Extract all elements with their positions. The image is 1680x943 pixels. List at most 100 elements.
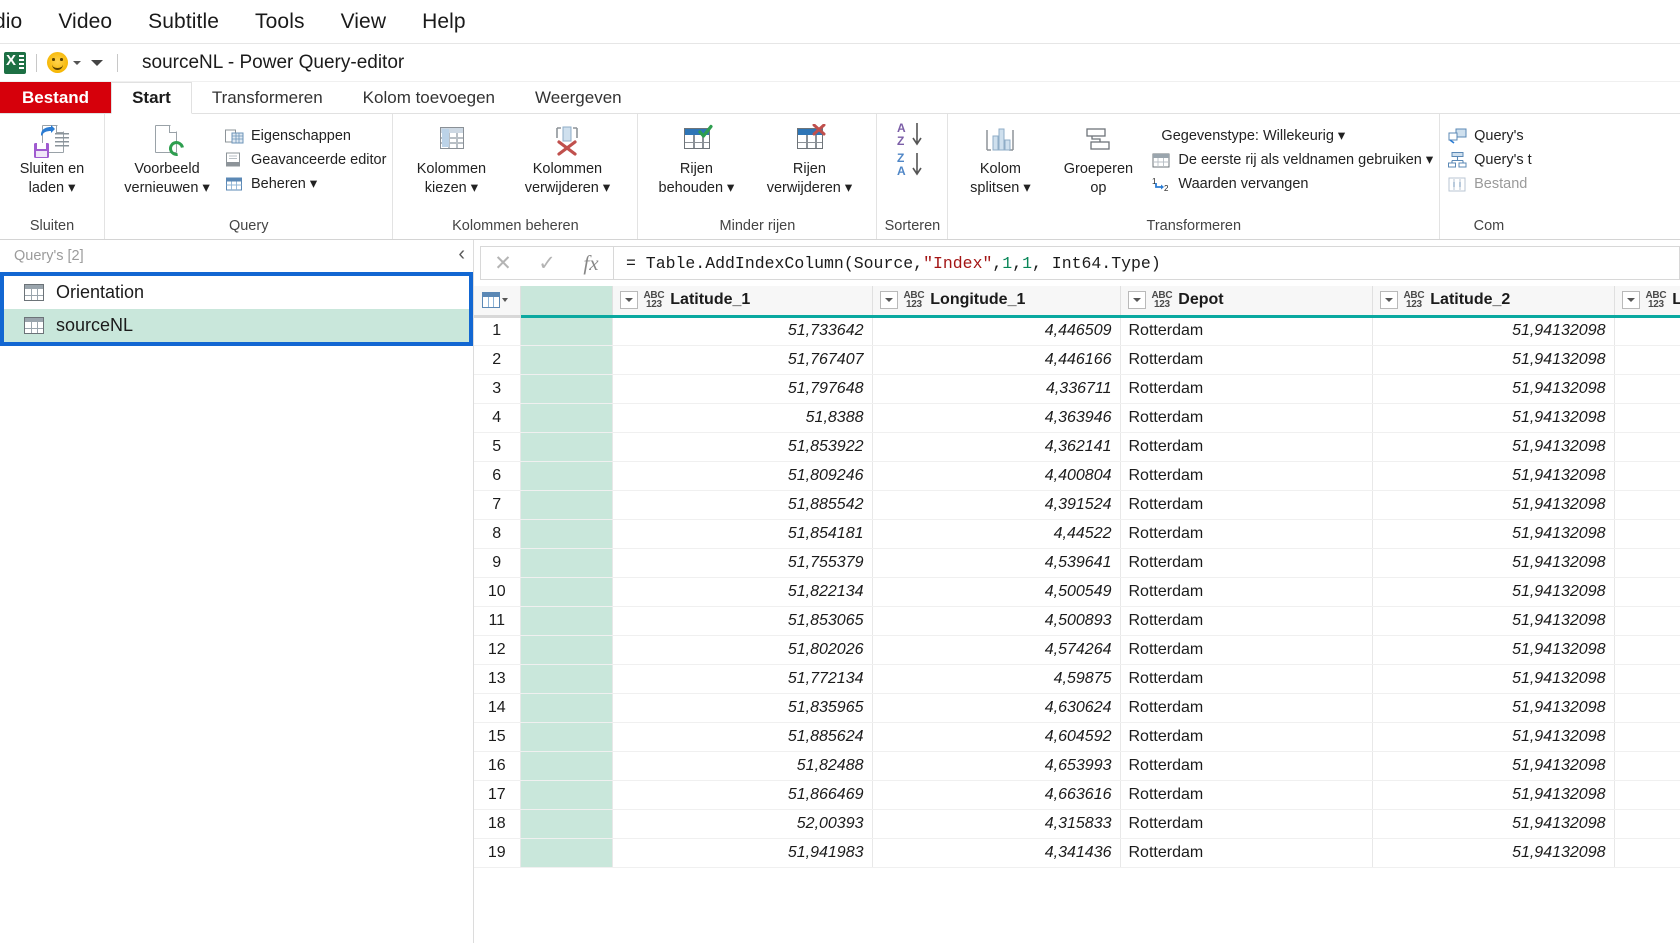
column-header-latitude-2[interactable]: ABC 123 Latitude_2	[1372, 286, 1615, 318]
index-column-cell[interactable]	[520, 490, 613, 520]
table-cell-longitude_1[interactable]: 4,391524	[872, 490, 1121, 520]
table-cell-latitude_1[interactable]: 51,941983	[612, 838, 873, 868]
table-cell-lo[interactable]	[1614, 577, 1680, 607]
table-cell-lo[interactable]	[1614, 751, 1680, 781]
table-cell-longitude_1[interactable]: 4,630624	[872, 693, 1121, 723]
formula-cancel-button[interactable]: ✕	[481, 247, 525, 279]
table-cell-depot[interactable]: Rotterdam	[1120, 751, 1373, 781]
table-cell-lo[interactable]	[1614, 345, 1680, 375]
row-number-cell[interactable]: 10	[474, 577, 521, 607]
table-cell-latitude_1[interactable]: 51,733642	[612, 316, 873, 346]
row-number-cell[interactable]: 3	[474, 374, 521, 404]
row-number-cell[interactable]: 19	[474, 838, 521, 868]
table-cell-depot[interactable]: Rotterdam	[1120, 548, 1373, 578]
sort-descending-button[interactable]: Z A	[895, 150, 929, 180]
index-column-cell[interactable]	[520, 548, 613, 578]
column-header-longitude-2[interactable]: ABC 123 Lo	[1614, 286, 1680, 318]
feedback-smiley-icon[interactable]	[47, 52, 68, 73]
row-number-cell[interactable]: 16	[474, 751, 521, 781]
table-row[interactable]: 6 51,809246 4,400804 Rotterdam 51,94132098	[474, 461, 1680, 491]
table-cell-longitude_1[interactable]: 4,663616	[872, 780, 1121, 810]
formula-confirm-button[interactable]: ✓	[525, 247, 569, 279]
table-cell-latitude_2[interactable]: 51,94132098	[1372, 461, 1615, 491]
column-header-latitude-1[interactable]: ABC 123 Latitude_1	[612, 286, 873, 318]
table-cell-longitude_1[interactable]: 4,341436	[872, 838, 1121, 868]
table-cell-depot[interactable]: Rotterdam	[1120, 606, 1373, 636]
row-number-cell[interactable]: 2	[474, 345, 521, 375]
menu-item-dio[interactable]: dio	[0, 10, 40, 34]
table-cell-latitude_2[interactable]: 51,94132098	[1372, 809, 1615, 839]
index-column-cell[interactable]	[520, 722, 613, 752]
quick-access-toolbar-more-icon[interactable]	[87, 59, 107, 66]
table-cell-depot[interactable]: Rotterdam	[1120, 432, 1373, 462]
index-column-cell[interactable]	[520, 345, 613, 375]
table-cell-latitude_2[interactable]: 51,94132098	[1372, 403, 1615, 433]
index-column-cell[interactable]	[520, 432, 613, 462]
table-cell-latitude_1[interactable]: 51,809246	[612, 461, 873, 491]
table-cell-latitude_2[interactable]: 51,94132098	[1372, 548, 1615, 578]
table-row[interactable]: 9 51,755379 4,539641 Rotterdam 51,94132098	[474, 548, 1680, 578]
table-cell-latitude_1[interactable]: 51,885542	[612, 490, 873, 520]
index-column-cell[interactable]	[520, 635, 613, 665]
row-number-cell[interactable]: 1	[474, 316, 521, 346]
table-cell-longitude_1[interactable]: 4,59875	[872, 664, 1121, 694]
query-item-sourcenl[interactable]: sourceNL	[4, 309, 469, 342]
table-row[interactable]: 2 51,767407 4,446166 Rotterdam 51,94132098	[474, 345, 1680, 375]
table-cell-latitude_2[interactable]: 51,94132098	[1372, 519, 1615, 549]
table-cell-lo[interactable]	[1614, 635, 1680, 665]
table-cell-latitude_2[interactable]: 51,94132098	[1372, 316, 1615, 346]
table-cell-depot[interactable]: Rotterdam	[1120, 461, 1373, 491]
table-cell-latitude_2[interactable]: 51,94132098	[1372, 490, 1615, 520]
table-cell-latitude_2[interactable]: 51,94132098	[1372, 664, 1615, 694]
table-cell-latitude_1[interactable]: 51,853922	[612, 432, 873, 462]
table-cell-depot[interactable]: Rotterdam	[1120, 722, 1373, 752]
table-cell-longitude_1[interactable]: 4,653993	[872, 751, 1121, 781]
select-all-corner-header[interactable]	[474, 286, 521, 318]
table-row[interactable]: 11 51,853065 4,500893 Rotterdam 51,94132098	[474, 606, 1680, 636]
row-number-cell[interactable]: 9	[474, 548, 521, 578]
table-cell-lo[interactable]	[1614, 316, 1680, 346]
table-cell-lo[interactable]	[1614, 403, 1680, 433]
table-row[interactable]: 16 51,82488 4,653993 Rotterdam 51,94132098	[474, 751, 1680, 781]
row-number-cell[interactable]: 11	[474, 606, 521, 636]
table-cell-depot[interactable]: Rotterdam	[1120, 635, 1373, 665]
table-row[interactable]: 3 51,797648 4,336711 Rotterdam 51,94132098	[474, 374, 1680, 404]
tab-transformeren[interactable]: Transformeren	[192, 82, 343, 114]
index-column-cell[interactable]	[520, 809, 613, 839]
table-cell-depot[interactable]: Rotterdam	[1120, 490, 1373, 520]
table-cell-longitude_1[interactable]: 4,400804	[872, 461, 1121, 491]
table-cell-latitude_1[interactable]: 52,00393	[612, 809, 873, 839]
table-cell-lo[interactable]	[1614, 461, 1680, 491]
table-cell-longitude_1[interactable]: 4,446166	[872, 345, 1121, 375]
filter-dropdown-icon[interactable]	[1621, 291, 1640, 310]
formula-input[interactable]: = Table.AddIndexColumn(Source, "Index" , …	[614, 246, 1680, 280]
row-number-cell[interactable]: 17	[474, 780, 521, 810]
table-cell-latitude_1[interactable]: 51,854181	[612, 519, 873, 549]
tab-bestand[interactable]: Bestand	[0, 82, 112, 114]
table-cell-longitude_1[interactable]: 4,574264	[872, 635, 1121, 665]
table-cell-longitude_1[interactable]: 4,336711	[872, 374, 1121, 404]
table-cell-depot[interactable]: Rotterdam	[1120, 403, 1373, 433]
index-column-cell[interactable]	[520, 664, 613, 694]
combine-files-button[interactable]: Bestand	[1446, 172, 1532, 196]
table-cell-latitude_1[interactable]: 51,772134	[612, 664, 873, 694]
column-type-icon[interactable]: ABC 123	[1404, 291, 1425, 310]
table-cell-depot[interactable]: Rotterdam	[1120, 664, 1373, 694]
tab-kolom-toevoegen[interactable]: Kolom toevoegen	[343, 82, 515, 114]
table-cell-latitude_2[interactable]: 51,94132098	[1372, 780, 1615, 810]
table-row[interactable]: 1 51,733642 4,446509 Rotterdam 51,94132098	[474, 316, 1680, 346]
column-header-longitude-1[interactable]: ABC 123 Longitude_1	[872, 286, 1121, 318]
table-row[interactable]: 5 51,853922 4,362141 Rotterdam 51,94132098	[474, 432, 1680, 462]
table-cell-lo[interactable]	[1614, 693, 1680, 723]
advanced-editor-button[interactable]: Geavanceerde editor	[223, 148, 386, 172]
index-column-cell[interactable]	[520, 519, 613, 549]
table-row[interactable]: 15 51,885624 4,604592 Rotterdam 51,94132098	[474, 722, 1680, 752]
table-cell-latitude_1[interactable]: 51,822134	[612, 577, 873, 607]
filter-dropdown-icon[interactable]	[1379, 291, 1398, 310]
table-cell-longitude_1[interactable]: 4,315833	[872, 809, 1121, 839]
table-cell-lo[interactable]	[1614, 432, 1680, 462]
group-by-button[interactable]: Groeperen op	[1046, 120, 1150, 196]
index-column-cell[interactable]	[520, 780, 613, 810]
index-column-cell[interactable]	[520, 693, 613, 723]
sort-ascending-button[interactable]: A Z	[895, 120, 929, 150]
